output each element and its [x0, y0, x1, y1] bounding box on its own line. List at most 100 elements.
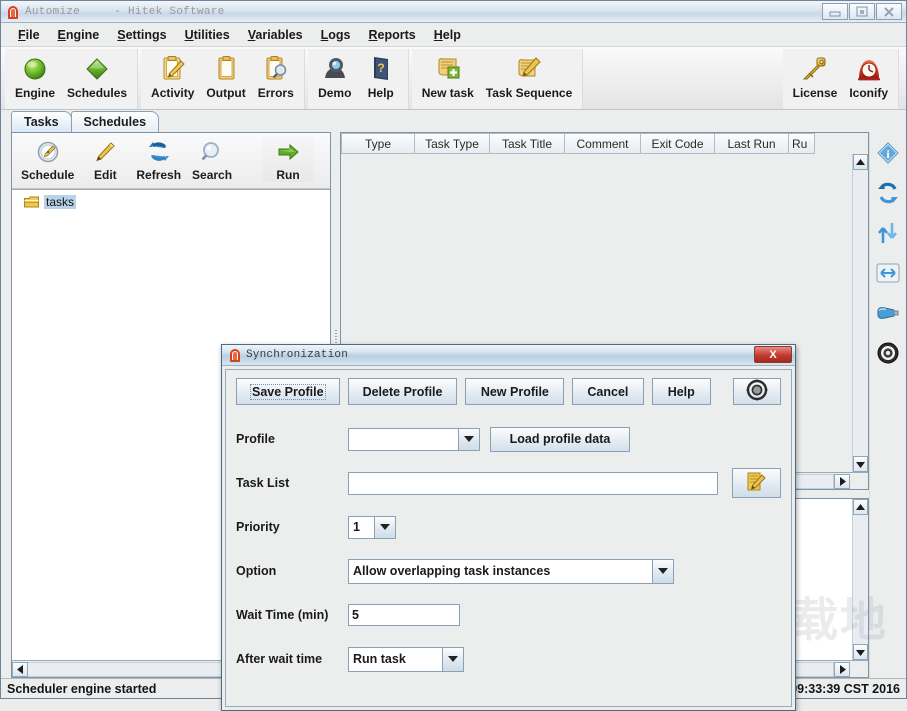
form-row-task-list: Task List	[236, 461, 781, 505]
chevron-down-icon[interactable]	[442, 648, 463, 671]
tab-label: Tasks	[24, 115, 59, 129]
menu-file[interactable]: File	[9, 26, 49, 44]
toolbar-label: Activity	[151, 86, 194, 100]
priority-select[interactable]: 1	[348, 516, 396, 539]
content-area: Schedule Edit	[1, 132, 906, 678]
dialog-action-buttons: Save Profile Delete Profile New Profile …	[236, 378, 781, 405]
priority-select-value: 1	[349, 517, 374, 538]
up-down-arrows-icon[interactable]	[875, 220, 901, 246]
menu-utilities[interactable]: Utilities	[176, 26, 239, 44]
horizontal-resize-icon[interactable]	[875, 260, 901, 286]
scroll-right-arrow-icon[interactable]	[834, 474, 850, 489]
close-button[interactable]	[876, 3, 902, 20]
task-table-vertical-scrollbar[interactable]	[852, 154, 868, 472]
toolbar-button-errors[interactable]: Errors	[252, 51, 300, 100]
menu-reports[interactable]: Reports	[360, 26, 425, 44]
tab-tasks[interactable]: Tasks	[11, 111, 72, 132]
save-profile-button[interactable]: Save Profile	[236, 378, 340, 405]
after-wait-select[interactable]: Run task	[348, 647, 464, 672]
scroll-up-arrow-icon[interactable]	[853, 499, 868, 515]
tasks-button-schedule[interactable]: Schedule	[16, 137, 79, 182]
toolbar-button-demo[interactable]: Demo	[312, 51, 358, 100]
tasks-button-search[interactable]: Search	[186, 137, 238, 182]
scroll-left-arrow-icon[interactable]	[12, 662, 28, 677]
toolbar-button-output[interactable]: Output	[200, 51, 251, 100]
menu-logs[interactable]: Logs	[312, 26, 360, 44]
tasks-button-label: Edit	[94, 168, 117, 182]
maximize-button[interactable]	[849, 3, 875, 20]
chevron-down-icon[interactable]	[374, 517, 395, 538]
toolbar-button-license[interactable]: License	[787, 51, 844, 100]
option-select[interactable]: Allow overlapping task instances	[348, 559, 674, 584]
after-wait-time-label: After wait time	[236, 652, 348, 666]
toolbar-group-tasks: New task Task Sequence	[412, 49, 584, 109]
tasks-button-refresh[interactable]: Refresh	[131, 137, 186, 182]
task-table-header: Type Task Type Task Title Comment Exit C…	[341, 133, 868, 154]
info-icon[interactable]: i	[875, 140, 901, 166]
disc-target-button[interactable]	[733, 378, 781, 405]
dialog-close-button[interactable]: X	[754, 346, 792, 363]
wait-time-input[interactable]: 5	[348, 604, 460, 626]
menu-engine[interactable]: Engine	[49, 26, 109, 44]
green-arrow-right-icon	[275, 137, 301, 167]
toolbar-button-engine[interactable]: Engine	[9, 51, 61, 100]
window-titlebar: Automize - Hitek Software	[1, 1, 906, 23]
task-list-input[interactable]	[348, 472, 718, 495]
green-sphere-icon	[22, 53, 48, 84]
profile-select[interactable]	[348, 428, 480, 451]
delete-profile-button[interactable]: Delete Profile	[348, 378, 458, 405]
tasks-button-label: Refresh	[136, 168, 181, 182]
chevron-down-icon[interactable]	[458, 429, 479, 450]
column-header-run[interactable]: Ru	[789, 133, 815, 154]
scroll-up-arrow-icon[interactable]	[853, 154, 868, 170]
sync-refresh-icon[interactable]	[875, 180, 901, 206]
clipboard-icon	[213, 53, 239, 84]
scroll-track[interactable]	[853, 170, 868, 456]
dialog-title: Synchronization	[246, 349, 348, 361]
tasks-button-run[interactable]: Run	[262, 137, 314, 182]
help-button[interactable]: Help	[652, 378, 711, 405]
toolbar-label: Iconify	[849, 86, 888, 100]
synchronization-dialog: Synchronization X Save Profile Delete Pr…	[221, 344, 796, 711]
scroll-pencil-icon	[515, 53, 543, 84]
tasks-button-edit[interactable]: Edit	[79, 137, 131, 182]
scroll-down-arrow-icon[interactable]	[853, 644, 868, 660]
toolbar-button-help[interactable]: ? Help	[358, 51, 404, 100]
menu-settings[interactable]: Settings	[108, 26, 175, 44]
scroll-plus-icon	[434, 53, 462, 84]
column-header-comment[interactable]: Comment	[565, 133, 641, 154]
toolbar-button-schedules[interactable]: Schedules	[61, 51, 133, 100]
task-list-edit-button[interactable]	[732, 468, 781, 498]
toolbar-button-new-task[interactable]: New task	[416, 51, 480, 100]
scroll-right-arrow-icon[interactable]	[834, 662, 850, 677]
form-row-after-wait: After wait time Run task	[236, 637, 781, 681]
tab-schedules[interactable]: Schedules	[71, 111, 160, 132]
menu-help[interactable]: Help	[425, 26, 470, 44]
toolbar-button-iconify[interactable]: Iconify	[843, 51, 894, 100]
scroll-track[interactable]	[853, 515, 868, 644]
chevron-down-icon[interactable]	[652, 560, 673, 583]
cancel-button[interactable]: Cancel	[572, 378, 643, 405]
scroll-down-arrow-icon[interactable]	[853, 456, 868, 472]
toolbar-button-task-sequence[interactable]: Task Sequence	[480, 51, 578, 100]
column-header-last-run[interactable]: Last Run	[715, 133, 789, 154]
menu-variables[interactable]: Variables	[239, 26, 312, 44]
task-list-label: Task List	[236, 476, 348, 490]
log-vertical-scrollbar[interactable]	[852, 499, 868, 660]
toolbar-label: License	[793, 86, 838, 100]
minimize-button[interactable]	[822, 3, 848, 20]
usb-drive-icon[interactable]	[875, 300, 901, 326]
tasks-button-label: Schedule	[21, 168, 74, 182]
toolbar-label: Output	[206, 86, 245, 100]
column-header-type[interactable]: Type	[341, 133, 415, 154]
tree-item-tasks[interactable]: tasks	[20, 193, 80, 211]
column-header-task-title[interactable]: Task Title	[490, 133, 565, 154]
toolbar-button-activity[interactable]: Activity	[145, 51, 200, 100]
column-header-exit-code[interactable]: Exit Code	[641, 133, 715, 154]
form-row-profile: Profile Load profile data	[236, 417, 781, 461]
disc-icon[interactable]	[875, 340, 901, 366]
load-profile-data-button[interactable]: Load profile data	[490, 427, 630, 452]
column-header-task-type[interactable]: Task Type	[415, 133, 490, 154]
new-profile-button[interactable]: New Profile	[465, 378, 564, 405]
toolbar-group-engine: Engine Schedules	[5, 49, 138, 109]
